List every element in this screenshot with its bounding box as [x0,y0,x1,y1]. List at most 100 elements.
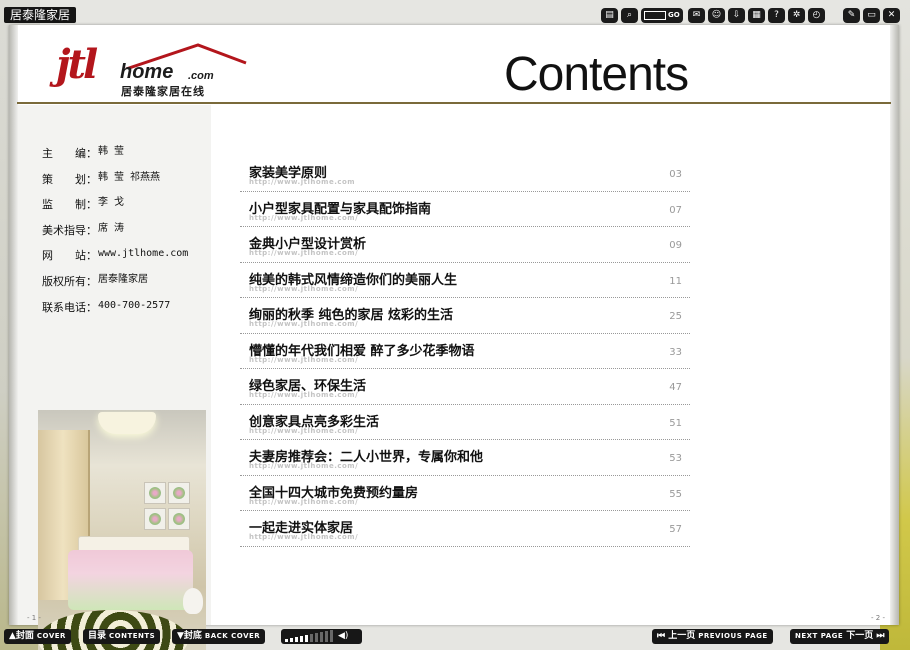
contents-heading: Contents [504,48,689,101]
photo-ceiling-lamp [98,412,156,434]
volume-level-bar [325,631,328,642]
credits-column: 主 编： 韩 莹 策 划： 韩 莹 祁燕燕 监 制： 李 戈 美术指导： 席 涛… [18,105,211,650]
next-page-label-en: NEXT PAGE [795,632,844,640]
settings-icon[interactable]: ✲ [788,7,805,23]
toc-item-page: 47 [669,382,682,393]
zoom-icon[interactable]: ⌕ [621,7,638,23]
photo-frame [144,482,166,504]
page-jump-input[interactable] [644,10,666,20]
credit-value: 居泰隆家居 [98,273,148,285]
previous-page-label-en: PREVIOUS PAGE [698,632,768,640]
volume-level-bar [315,633,318,642]
credit-row: 监 制： 李 戈 [42,196,188,222]
toc-item-page: 33 [669,346,682,358]
volume-level-bar [320,632,323,642]
toc-item[interactable]: 纯美的韩式风情缔造你们的美丽人生 http://www.jtlhome.com/… [240,263,690,298]
book-edge-left [9,25,18,625]
photo-frame [144,508,166,530]
credit-row: 联系电话： 400-700-2577 [42,299,188,325]
site-logo[interactable]: jtl home .com 居泰隆家居在线 [48,39,247,99]
speaker-icon[interactable]: ◀) [338,631,348,642]
toc-item[interactable]: 小户型家具配置与家具配饰指南 http://www.jtlhome.com/ 0… [240,192,690,227]
page-number-right: - 2 - [871,614,885,622]
credit-row: 美术指导： 席 涛 [42,222,188,248]
credit-row: 主 编： 韩 莹 [42,145,188,171]
print-icon[interactable]: ▦ [748,7,765,23]
photo-frame [168,508,190,530]
credit-value: 韩 莹 祁燕燕 [98,171,161,183]
toc-item[interactable]: 绚丽的秋季 纯色的家居 炫彩的生活 http://www.jtlhome.com… [240,298,690,334]
toc-item[interactable]: 家装美学原则 http://www.jtlhome.com 03 [240,156,690,192]
logo-home-text: home [120,61,174,83]
credit-value: 韩 莹 [98,146,125,157]
close-icon[interactable]: ✕ [883,7,900,23]
toc-item-url: http://www.jtlhome.com [249,178,356,186]
toc-item-url: http://www.jtlhome.com/ [249,213,359,222]
toc-item-url: http://www.jtlhome.com/ [249,391,359,399]
cover-label-en: COVER [36,632,66,640]
toc-item-page: 51 [669,417,682,429]
toc-item[interactable]: 绿色家居、环保生活 http://www.jtlhome.com/ 47 [240,369,690,405]
previous-page-button[interactable]: ⏮ 上一页 PREVIOUS PAGE [652,629,773,644]
credit-row: 策 划： 韩 莹 祁燕燕 [42,171,188,197]
toc-item-url: http://www.jtlhome.com/ [249,249,359,257]
help-icon[interactable]: ? [768,7,785,23]
logo-jtl-text: jtl [56,41,98,88]
go-button[interactable]: GO [668,11,680,19]
back-cover-label-en: BACK COVER [204,632,261,640]
toc-item[interactable]: 一起走进实体家居 http://www.jtlhome.com/ 57 [240,511,690,547]
toc-item-url: http://www.jtlhome.com/ [249,355,359,364]
page-header: jtl home .com 居泰隆家居在线 Contents [18,25,890,105]
comment-icon[interactable]: ✉ [688,7,705,23]
credits-list: 主 编： 韩 莹 策 划： 韩 莹 祁燕燕 监 制： 李 戈 美术指导： 席 涛… [42,145,188,324]
volume-slider[interactable]: ◀) [281,629,362,644]
autoplay-icon[interactable]: ◴ [808,7,825,23]
page-number-left: - 1 - [27,614,41,622]
toc-item-page: 03 [669,169,682,180]
book-spread: jtl home .com 居泰隆家居在线 Contents 主 编： 韩 莹 … [9,25,899,650]
contents-button[interactable]: 目录 CONTENTS [83,629,161,644]
credit-row: 网 站： www.jtlhome.com [42,247,188,273]
fullscreen-icon[interactable]: ▭ [863,7,880,23]
toc-item-page: 55 [669,488,682,500]
header-divider [17,102,891,104]
credit-label: 主 编： [42,147,97,160]
credit-label: 美术指导： [42,223,97,237]
edit-icon[interactable]: ✎ [843,7,860,23]
next-page-label: 下一页 ⏭ [846,631,885,641]
toc-item[interactable]: 懵懂的年代我们相爱 醉了多少花季物语 http://www.jtlhome.co… [240,334,690,369]
photo-frame [168,482,190,504]
toc-item[interactable]: 夫妻房推荐会：二人小世界，专属你和他 http://www.jtlhome.co… [240,440,690,476]
window-title: 居泰隆家居 [4,7,77,23]
next-page-button[interactable]: NEXT PAGE 下一页 ⏭ [790,629,890,644]
toc-item[interactable]: 全国十四大城市免费预约量房 http://www.jtlhome.com/ 55 [240,476,690,511]
cover-label: ▲封面 [9,631,34,641]
cover-button[interactable]: ▲封面 COVER [4,629,71,644]
toolbar: ▤ ⌕ GO ✉ ☺ ⇩ ▦ ? ✲ ◴ ✎ ▭ ✕ [601,7,900,23]
toc-item-url: http://www.jtlhome.com/ [249,462,359,470]
thumbnails-icon[interactable]: ▤ [601,7,618,23]
contents-label-en: CONTENTS [109,632,156,640]
credit-label: 版权所有： [42,274,97,288]
toc-item[interactable]: 创意家具点亮多彩生活 http://www.jtlhome.com/ 51 [240,405,690,440]
previous-page-label: ⏮ 上一页 [657,631,696,641]
volume-level-bar [295,637,298,642]
credit-label: 策 划： [42,172,97,186]
volume-level-bar [330,630,333,642]
page-jump-field[interactable]: GO [641,7,683,23]
back-cover-button[interactable]: ▼封底 BACK COVER [172,629,266,644]
toc-item[interactable]: 金典小户型设计赏析 http://www.jtlhome.com/ 09 [240,227,690,263]
user-icon[interactable]: ☺ [708,7,725,23]
credit-label: 联系电话： [42,300,97,314]
toc-item-url: http://www.jtlhome.com/ [249,533,359,541]
photo-teddy-bear [183,588,203,614]
book-edge-right [890,25,899,625]
download-icon[interactable]: ⇩ [728,7,745,23]
credit-value: 席 涛 [98,222,125,234]
toc-item-url: http://www.jtlhome.com/ [249,284,359,293]
volume-level-bar [310,634,313,642]
credit-label: 监 制： [42,198,97,212]
volume-level-bar [285,639,288,642]
credit-value: 400-700-2577 [98,299,171,311]
website-link[interactable]: www.jtlhome.com [98,247,188,273]
